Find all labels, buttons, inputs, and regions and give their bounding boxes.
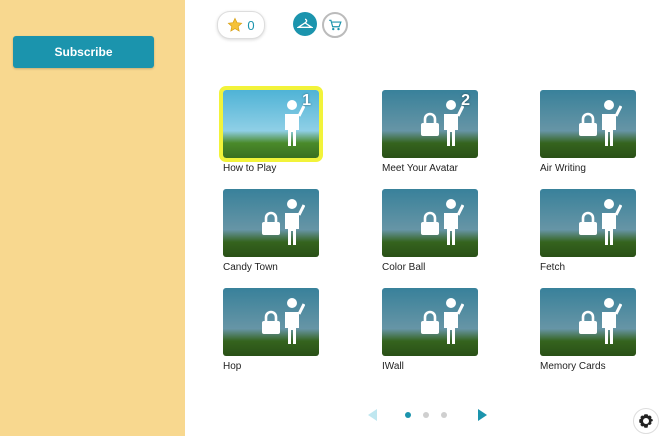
page-dot[interactable] <box>423 412 429 418</box>
cart-icon <box>329 19 342 31</box>
lock-icon <box>421 310 439 334</box>
previous-page-icon[interactable] <box>368 409 377 421</box>
activity-tile[interactable]: 2 Meet Your Avatar <box>382 90 478 174</box>
activity-tile[interactable]: Hop <box>223 288 319 372</box>
hanger-icon <box>297 18 313 28</box>
activity-tile[interactable]: 1 How to Play <box>219 86 323 174</box>
settings-button[interactable] <box>633 408 659 434</box>
activity-thumbnail[interactable]: 1 <box>219 86 323 162</box>
activity-thumbnail[interactable]: 2 <box>382 90 478 158</box>
activity-thumbnail[interactable] <box>540 288 636 356</box>
activity-tile[interactable]: Color Ball <box>382 189 478 273</box>
activity-label: IWall <box>382 361 404 372</box>
activity-label: Candy Town <box>223 262 278 273</box>
gear-icon <box>639 414 653 428</box>
activity-thumbnail[interactable] <box>223 189 319 257</box>
activity-label: Meet Your Avatar <box>382 163 458 174</box>
next-page-icon[interactable] <box>478 409 487 421</box>
activity-step-number: 2 <box>461 92 470 109</box>
activity-step-number: 1 <box>302 92 311 109</box>
lock-icon <box>579 310 597 334</box>
activity-label: Memory Cards <box>540 361 606 372</box>
activity-tile[interactable]: Memory Cards <box>540 288 636 372</box>
stars-counter[interactable]: 0 <box>217 11 265 39</box>
activity-tile[interactable]: IWall <box>382 288 478 372</box>
activity-tile[interactable]: Fetch <box>540 189 636 273</box>
main-panel: 0 1 How to Play 2 Meet Your Avatar Air Writi… <box>185 0 670 436</box>
activity-tile[interactable]: Air Writing <box>540 90 636 174</box>
activity-label: Hop <box>223 361 242 372</box>
stars-count: 0 <box>247 17 255 33</box>
activity-thumbnail[interactable] <box>540 189 636 257</box>
avatar-figure-icon <box>285 100 305 146</box>
subscribe-button[interactable]: Subscribe <box>13 36 154 68</box>
activity-thumbnail[interactable] <box>382 288 478 356</box>
activity-thumbnail[interactable] <box>223 288 319 356</box>
lock-icon <box>262 310 280 334</box>
lock-icon <box>421 211 439 235</box>
page-dot[interactable] <box>441 412 447 418</box>
lock-icon <box>421 112 439 136</box>
sidebar: Subscribe <box>0 0 185 436</box>
lock-icon <box>262 211 280 235</box>
star-icon <box>227 17 243 32</box>
activity-thumbnail[interactable] <box>382 189 478 257</box>
wardrobe-button[interactable] <box>293 12 317 36</box>
activity-label: Color Ball <box>382 262 426 273</box>
activity-label: How to Play <box>223 163 277 174</box>
shop-button[interactable] <box>322 12 348 38</box>
activity-tile[interactable]: Candy Town <box>223 189 319 273</box>
lock-icon <box>579 112 597 136</box>
page-dot[interactable] <box>405 412 411 418</box>
lock-icon <box>579 211 597 235</box>
activity-label: Fetch <box>540 262 566 273</box>
activity-thumbnail[interactable] <box>540 90 636 158</box>
pagination <box>185 407 670 423</box>
activity-label: Air Writing <box>540 163 586 174</box>
